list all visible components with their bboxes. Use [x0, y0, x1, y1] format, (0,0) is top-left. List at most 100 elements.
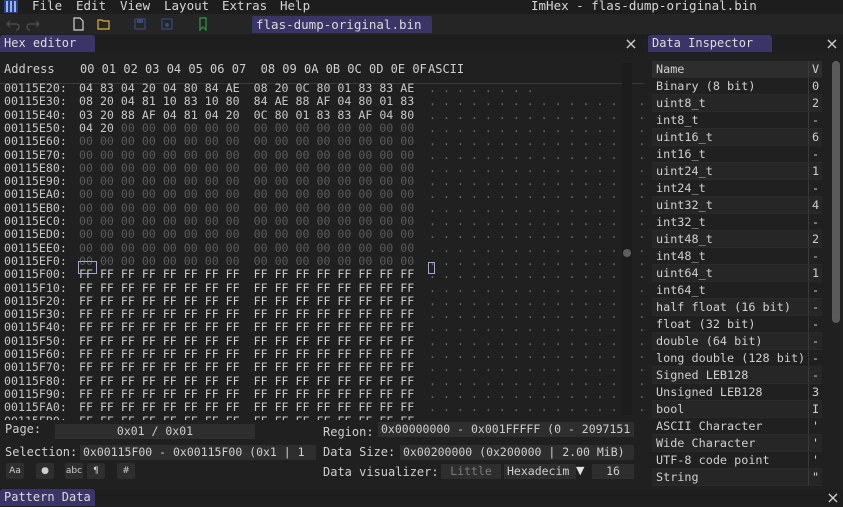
hex-byte[interactable]: 00	[100, 187, 114, 201]
inspector-row[interactable]: half float (16 bit) -	[652, 299, 822, 316]
hex-byte[interactable]: FF	[275, 360, 289, 374]
hex-byte[interactable]: FF	[184, 334, 198, 348]
inspector-value[interactable]: -	[812, 112, 819, 128]
row-bytes[interactable]: FF FF FF FF FF FF FF FF FF FF FF FF FF F…	[79, 281, 414, 295]
hex-byte[interactable]: AF	[358, 108, 372, 122]
hex-byte[interactable]: FF	[358, 374, 372, 388]
hex-byte[interactable]: FF	[316, 360, 330, 374]
hex-byte[interactable]: 00	[142, 187, 156, 201]
hex-byte[interactable]: 00	[358, 241, 372, 255]
hex-byte[interactable]: 04	[79, 121, 93, 135]
hex-byte[interactable]: 00	[254, 201, 268, 215]
hex-byte[interactable]: FF	[254, 267, 268, 281]
hex-byte[interactable]: FF	[226, 294, 240, 308]
hex-byte[interactable]: 00	[163, 134, 177, 148]
inspector-value[interactable]: -	[812, 248, 819, 264]
row-ascii[interactable]: . . . . . . . . . . . . . . . .	[429, 321, 645, 335]
row-ascii[interactable]: . . . . . . . . . . . . . . . .	[429, 267, 645, 281]
hex-byte[interactable]: FF	[296, 374, 310, 388]
hex-byte[interactable]: 04	[379, 108, 393, 122]
inspector-row[interactable]: Wide Character '	[652, 435, 822, 452]
hex-byte[interactable]: FF	[100, 347, 114, 361]
hex-byte[interactable]: 00	[205, 121, 219, 135]
hex-row[interactable]: 00115F10: FF FF FF FF FF FF FF FF FF FF F…	[4, 281, 645, 295]
hex-byte[interactable]: 00	[142, 121, 156, 135]
hex-byte[interactable]: FF	[296, 307, 310, 321]
hex-byte[interactable]: 00	[316, 174, 330, 188]
hex-byte[interactable]: FF	[275, 400, 289, 414]
new-file-icon[interactable]	[71, 17, 85, 31]
hex-byte[interactable]: 00	[205, 148, 219, 162]
hex-byte[interactable]: 00	[379, 227, 393, 241]
inspector-row[interactable]: UTF-8 code point '	[652, 452, 822, 469]
inspector-row[interactable]: Signed LEB128 -	[652, 367, 822, 384]
row-ascii[interactable]: . . . . . . . . . . . . . . . .	[429, 387, 645, 401]
hex-byte[interactable]: 00	[79, 174, 93, 188]
hex-byte[interactable]: FF	[100, 267, 114, 281]
hex-row[interactable]: 00115E80: 00 00 00 00 00 00 00 00 00 00 0…	[4, 161, 645, 175]
hex-byte[interactable]: FF	[379, 347, 393, 361]
bookmark-icon[interactable]	[196, 17, 210, 31]
hex-byte[interactable]: 00	[163, 254, 177, 268]
inspector-value[interactable]: "	[812, 469, 819, 485]
hex-byte[interactable]: 00	[400, 148, 414, 162]
hex-row[interactable]: 00115EB0: 00 00 00 00 00 00 00 00 00 00 0…	[4, 201, 645, 215]
hex-byte[interactable]: 00	[254, 161, 268, 175]
hex-byte[interactable]: AE	[226, 81, 240, 95]
hex-byte[interactable]: FF	[226, 360, 240, 374]
hex-byte[interactable]: FF	[205, 347, 219, 361]
hex-byte[interactable]: 00	[379, 134, 393, 148]
hex-byte[interactable]: 00	[205, 241, 219, 255]
hex-byte[interactable]: 00	[254, 254, 268, 268]
hex-editor-close-icon[interactable]: ×	[624, 35, 638, 52]
hex-byte[interactable]: FF	[121, 281, 135, 295]
hex-byte[interactable]: 00	[121, 201, 135, 215]
hex-byte[interactable]: 04	[121, 94, 135, 108]
visualizer-format-select[interactable]: Hexadecim	[504, 464, 576, 479]
inspector-row[interactable]: long double (128 bit) -	[652, 350, 822, 367]
endianness-select[interactable]: Little	[441, 464, 501, 479]
row-bytes[interactable]: 03 20 88 AF 04 81 04 20 0C 80 01 83 83 A…	[79, 108, 414, 122]
chevron-down-icon[interactable]: ▼	[576, 464, 584, 477]
hex-byte[interactable]: 00	[254, 214, 268, 228]
hex-byte[interactable]: FF	[358, 281, 372, 295]
hex-byte[interactable]: 00	[296, 134, 310, 148]
hex-row[interactable]: 00115F70: FF FF FF FF FF FF FF FF FF FF F…	[4, 360, 645, 374]
hex-row[interactable]: 00115E90: 00 00 00 00 00 00 00 00 00 00 0…	[4, 174, 645, 188]
hex-byte[interactable]: 00	[296, 201, 310, 215]
open-folder-icon[interactable]	[97, 17, 111, 31]
hex-byte[interactable]: 00	[400, 161, 414, 175]
hex-byte[interactable]: 00	[316, 134, 330, 148]
hex-byte[interactable]: FF	[100, 374, 114, 388]
hex-scrollbar[interactable]	[622, 63, 632, 415]
hex-byte[interactable]: 80	[184, 81, 198, 95]
hex-byte[interactable]: 0C	[254, 108, 268, 122]
hex-byte[interactable]: 08	[79, 94, 93, 108]
hex-byte[interactable]: 00	[184, 241, 198, 255]
hex-byte[interactable]: 00	[275, 214, 289, 228]
hex-byte[interactable]: 00	[100, 148, 114, 162]
hex-byte[interactable]: FF	[254, 347, 268, 361]
hex-byte[interactable]: FF	[226, 320, 240, 334]
redo-icon[interactable]	[26, 17, 40, 31]
hex-byte[interactable]: 00	[163, 241, 177, 255]
hex-byte[interactable]: 00	[205, 254, 219, 268]
hex-byte[interactable]: 00	[275, 241, 289, 255]
hex-row[interactable]: 00115F80: FF FF FF FF FF FF FF FF FF FF F…	[4, 374, 645, 388]
hex-byte[interactable]: FF	[358, 307, 372, 321]
hex-byte[interactable]: 00	[121, 121, 135, 135]
inspector-row[interactable]: uint48_t 2	[652, 231, 822, 248]
row-ascii[interactable]: . . . . . . . . . . . . . . . .	[429, 148, 645, 162]
hex-byte[interactable]: 00	[400, 254, 414, 268]
hex-byte[interactable]: 00	[79, 148, 93, 162]
hex-byte[interactable]: 04	[79, 81, 93, 95]
inspector-value[interactable]: I	[812, 401, 819, 417]
hex-byte[interactable]: FF	[379, 400, 393, 414]
row-ascii[interactable]: . . . . . . . . . . . . . . . .	[429, 281, 645, 295]
inspector-value[interactable]: 3	[812, 384, 819, 400]
hex-byte[interactable]: 00	[337, 148, 351, 162]
hex-byte[interactable]: FF	[316, 307, 330, 321]
hex-byte[interactable]: 00	[296, 161, 310, 175]
row-ascii[interactable]: . . . . . . . . . . . . . . . .	[429, 134, 645, 148]
row-bytes[interactable]: 00 00 00 00 00 00 00 00 00 00 00 00 00 0…	[79, 228, 414, 241]
